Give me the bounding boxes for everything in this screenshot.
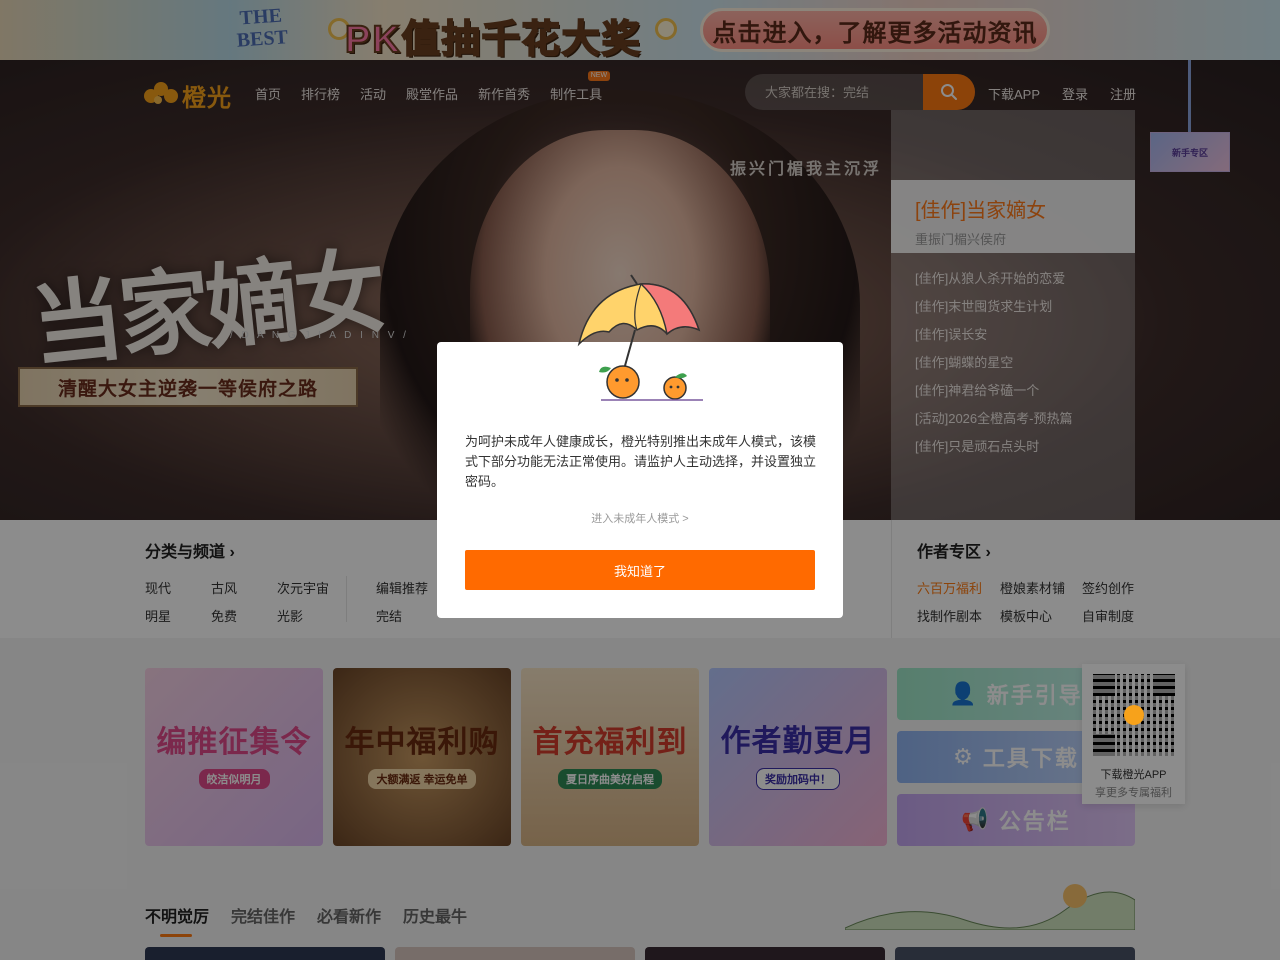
enter-minor-mode-link[interactable]: 进入未成年人模式 > [437,510,843,526]
umbrella-oranges-icon [577,274,703,401]
acknowledge-button[interactable]: 我知道了 [465,550,815,590]
dialog-message: 为呵护未成年人健康成长，橙光特别推出未成年人模式，该模式下部分功能无法正常使用。… [465,434,817,489]
